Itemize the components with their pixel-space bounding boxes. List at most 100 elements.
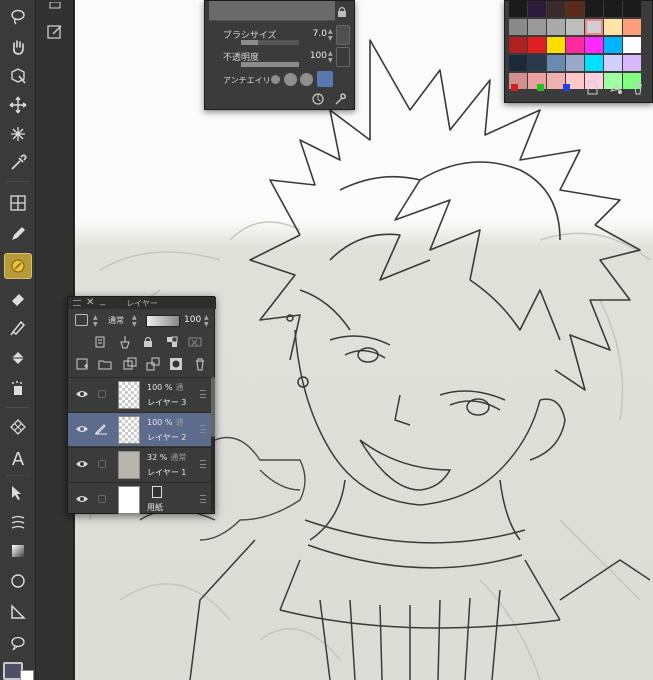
layer-name[interactable]: レイヤー 1	[147, 467, 186, 478]
color-swatch[interactable]	[566, 55, 584, 71]
drag-handle-icon[interactable]	[200, 495, 206, 503]
mask-icon[interactable]	[188, 335, 202, 349]
color-swatch[interactable]	[585, 55, 603, 71]
color-swatch[interactable]	[509, 19, 527, 35]
color-swatch[interactable]	[604, 1, 622, 17]
color-swatch[interactable]	[528, 55, 546, 71]
blend-icon[interactable]	[4, 314, 32, 340]
color-swatch[interactable]	[604, 55, 622, 71]
color-swatch[interactable]	[623, 19, 641, 35]
merge-down-icon[interactable]	[146, 357, 160, 371]
color-swatch[interactable]	[585, 37, 603, 53]
layer-row[interactable]: 32 % 通常 レイヤー 1	[68, 447, 211, 481]
brush-size-option-button[interactable]	[336, 25, 350, 45]
brush-icon[interactable]	[4, 253, 32, 279]
add-color-icon[interactable]	[609, 81, 623, 95]
layer-select-checkbox[interactable]	[98, 390, 106, 398]
figure-icon[interactable]	[4, 568, 32, 594]
lock-icon[interactable]	[335, 5, 349, 19]
sub-color-swatch[interactable]	[20, 670, 34, 680]
color-swatch[interactable]	[604, 19, 622, 35]
drag-handle-icon[interactable]	[200, 425, 206, 433]
color-swatch[interactable]	[547, 19, 565, 35]
opacity-slider[interactable]	[241, 62, 299, 67]
brush-size-value[interactable]: 7.0	[303, 29, 327, 39]
balloon-icon[interactable]	[4, 630, 32, 656]
layer-opacity-value[interactable]: 100	[184, 315, 201, 325]
antialias-none-button[interactable]	[271, 75, 280, 84]
gradient-icon[interactable]	[4, 538, 32, 564]
layer-name[interactable]: レイヤー 3	[147, 397, 186, 408]
eye-icon[interactable]	[75, 459, 89, 469]
lock-transparent-icon[interactable]	[165, 335, 179, 349]
antialias-mid-button[interactable]	[300, 73, 313, 86]
ruler-icon[interactable]	[4, 509, 32, 535]
layer-settings-icon[interactable]	[44, 0, 66, 22]
reference-icon[interactable]	[118, 335, 132, 349]
opacity-option-button[interactable]	[336, 47, 350, 67]
color-swatch[interactable]	[509, 1, 527, 17]
wrench-icon[interactable]	[333, 92, 347, 106]
color-swatch[interactable]	[566, 37, 584, 53]
color-swatch[interactable]	[604, 37, 622, 53]
color-swatch[interactable]	[585, 19, 603, 35]
layer-color-stepper[interactable]: ▲ ▼	[93, 314, 98, 328]
copy-layer-icon[interactable]	[123, 357, 137, 371]
layer-row[interactable]: 100 % 通 レイヤー 2	[68, 412, 211, 446]
move-icon[interactable]	[4, 92, 32, 118]
eraser-icon[interactable]	[4, 285, 32, 311]
blend-mode-stepper[interactable]: ▲ ▼	[132, 314, 137, 328]
blend-mode-select[interactable]: 通常	[108, 315, 124, 326]
color-swatch[interactable]	[547, 1, 565, 17]
layer-panel-titlebar[interactable]: ✕ _ レイヤー	[68, 295, 216, 309]
airbrush-icon[interactable]	[4, 375, 32, 401]
edit-icon[interactable]	[44, 21, 66, 43]
antialias-weak-button[interactable]	[284, 73, 297, 86]
layer-select-checkbox[interactable]	[98, 460, 106, 468]
magic-wand-icon[interactable]	[4, 121, 32, 147]
perspective-icon[interactable]	[4, 599, 32, 625]
color-swatch[interactable]	[566, 19, 584, 35]
lasso-select-icon[interactable]	[4, 4, 32, 30]
color-swatch[interactable]	[509, 37, 527, 53]
color-swatch[interactable]	[623, 1, 641, 17]
color-swatch[interactable]	[528, 1, 546, 17]
drag-handle-icon[interactable]	[200, 390, 206, 398]
fill-icon[interactable]	[4, 345, 32, 371]
opacity-value[interactable]: 100	[303, 51, 327, 61]
color-swatch[interactable]	[623, 37, 641, 53]
color-swatch[interactable]	[528, 37, 546, 53]
color-swatch[interactable]	[585, 1, 603, 17]
color-swatch[interactable]	[509, 55, 527, 71]
reset-icon[interactable]	[311, 92, 325, 106]
eye-icon[interactable]	[75, 424, 89, 434]
layer-name[interactable]: レイヤー 2	[147, 432, 186, 443]
layer-opacity-stepper[interactable]: ▲ ▼	[204, 314, 209, 328]
new-folder-icon[interactable]	[98, 357, 112, 371]
layer-color-icon[interactable]	[75, 314, 88, 326]
layer-mask-icon[interactable]	[169, 357, 183, 371]
pen-icon[interactable]	[4, 221, 32, 247]
antialias-strong-button[interactable]	[317, 71, 333, 87]
operation-icon[interactable]	[4, 480, 32, 506]
eye-icon[interactable]	[75, 494, 89, 504]
new-color-icon[interactable]	[585, 81, 599, 95]
color-swatch[interactable]	[547, 37, 565, 53]
layer-row[interactable]: 用紙	[68, 482, 211, 516]
object-select-icon[interactable]	[4, 63, 32, 89]
brush-size-slider[interactable]	[241, 40, 299, 45]
trash-icon[interactable]	[631, 81, 645, 95]
layer-opacity-slider[interactable]	[146, 315, 180, 327]
eyedropper-icon[interactable]	[4, 150, 32, 176]
layer-name[interactable]: 用紙	[147, 502, 163, 513]
drag-handle-icon[interactable]	[200, 460, 206, 468]
layer-select-checkbox[interactable]	[98, 495, 106, 503]
lock-layer-icon[interactable]	[141, 335, 155, 349]
layer-scrollbar[interactable]	[211, 377, 215, 511]
frame-icon[interactable]	[4, 190, 32, 216]
color-swatch[interactable]	[623, 55, 641, 71]
color-swatch[interactable]	[566, 1, 584, 17]
new-raster-layer-icon[interactable]	[75, 357, 89, 371]
text-icon[interactable]: A	[4, 446, 32, 472]
clip-icon[interactable]	[93, 335, 107, 349]
